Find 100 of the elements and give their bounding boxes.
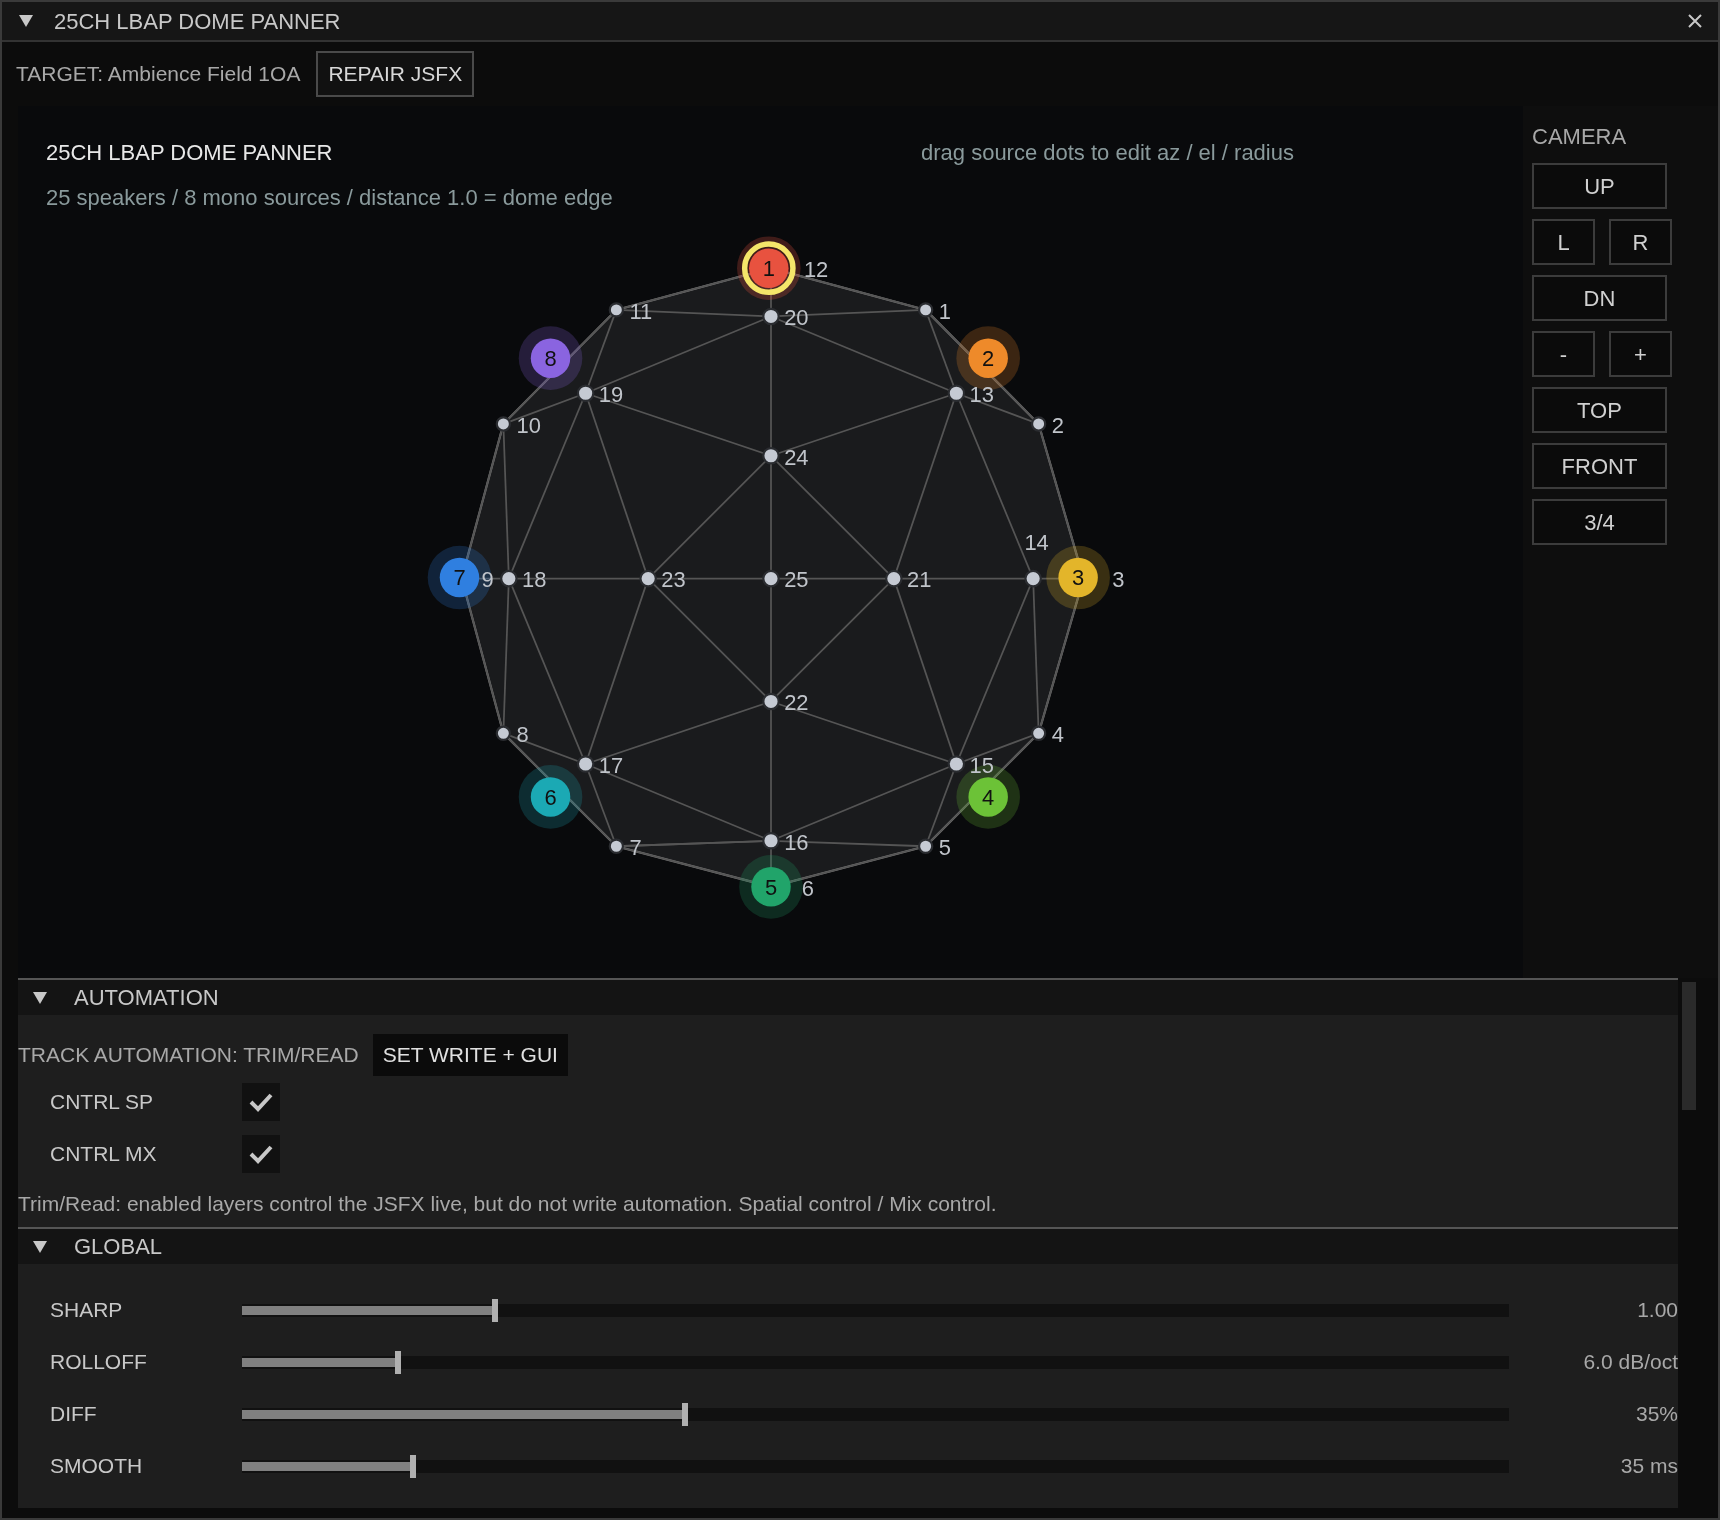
camera-button[interactable]: TOP bbox=[1532, 387, 1667, 433]
speaker-label: 10 bbox=[516, 412, 541, 438]
section-title: AUTOMATION bbox=[74, 984, 219, 1012]
speaker-label: 15 bbox=[969, 752, 994, 778]
camera-button[interactable]: - bbox=[1532, 331, 1595, 377]
panner-title: 25CH LBAP DOME PANNER bbox=[46, 139, 334, 167]
speaker-dot[interactable] bbox=[499, 569, 518, 588]
layer-label: CNTRL MX bbox=[50, 1140, 158, 1167]
repair-button[interactable]: REPAIR JSFX bbox=[316, 51, 475, 97]
speaker-label: 22 bbox=[783, 690, 809, 716]
source-dot[interactable] bbox=[530, 777, 570, 817]
speaker-label: 25 bbox=[783, 567, 809, 593]
speaker-label: 5 bbox=[938, 835, 951, 861]
speaker-dot[interactable] bbox=[884, 569, 903, 588]
speaker-dot[interactable] bbox=[761, 692, 780, 711]
set-write-button[interactable]: SET WRITE + GUI bbox=[372, 1034, 568, 1076]
speaker-dot[interactable] bbox=[495, 725, 511, 741]
collapse-caret-icon[interactable] bbox=[18, 14, 34, 28]
camera-button[interactable]: + bbox=[1609, 331, 1672, 377]
section-caret-icon[interactable] bbox=[32, 1239, 48, 1254]
slider-reading: 35 ms bbox=[1619, 1453, 1678, 1480]
source-number: 7 bbox=[452, 565, 466, 591]
speaker-label: 13 bbox=[969, 382, 994, 407]
speaker-dot[interactable] bbox=[576, 384, 594, 402]
target-label: TARGET: Ambience Field 1OA bbox=[16, 61, 301, 88]
speaker-label: 9 bbox=[480, 567, 494, 593]
source-number: 6 bbox=[543, 784, 557, 810]
speaker-dot[interactable] bbox=[1023, 569, 1042, 588]
section-header[interactable]: AUTOMATION bbox=[18, 978, 1678, 1015]
camera-button[interactable]: L bbox=[1532, 219, 1595, 265]
speaker-dot[interactable] bbox=[761, 307, 780, 326]
speaker-label: 2 bbox=[1051, 412, 1064, 438]
speaker-label: 4 bbox=[1051, 722, 1064, 748]
slider-label: ROLLOFF bbox=[50, 1349, 148, 1376]
source-dot[interactable] bbox=[748, 248, 789, 288]
slider-thumb[interactable] bbox=[492, 1298, 499, 1322]
speaker-dot[interactable] bbox=[608, 302, 624, 318]
source-number: 5 bbox=[764, 874, 777, 900]
source-dot[interactable] bbox=[530, 338, 570, 378]
slider-thumb[interactable] bbox=[682, 1402, 689, 1426]
section-caret-icon[interactable] bbox=[32, 990, 48, 1005]
speaker-dot[interactable] bbox=[761, 569, 780, 588]
scrollbar[interactable] bbox=[1682, 982, 1696, 1110]
speaker-dot[interactable] bbox=[761, 447, 780, 465]
source-number: 2 bbox=[981, 345, 994, 371]
speaker-dot[interactable] bbox=[917, 838, 933, 854]
source-number: 3 bbox=[1071, 565, 1084, 591]
speaker-label: 20 bbox=[783, 305, 809, 331]
speaker-label: 1 bbox=[938, 298, 951, 324]
speaker-label: 3 bbox=[1111, 567, 1124, 593]
camera-button[interactable]: FRONT bbox=[1532, 443, 1667, 489]
slider[interactable] bbox=[242, 1454, 1509, 1478]
slider-thumb[interactable] bbox=[394, 1350, 401, 1374]
check-icon bbox=[249, 1143, 273, 1164]
slider-label: SHARP bbox=[50, 1297, 124, 1324]
camera-button[interactable]: 3/4 bbox=[1532, 499, 1667, 545]
slider-reading: 6.0 dB/oct bbox=[1582, 1349, 1678, 1376]
speaker-label: 11 bbox=[629, 298, 652, 324]
speaker-dot[interactable] bbox=[947, 384, 965, 402]
source-dot[interactable] bbox=[967, 777, 1008, 817]
camera-heading: CAMERA bbox=[1532, 123, 1628, 151]
section-header[interactable]: GLOBAL bbox=[18, 1227, 1678, 1264]
slider-label: DIFF bbox=[50, 1401, 98, 1428]
slider[interactable] bbox=[242, 1350, 1509, 1374]
drag-hint: drag source dots to edit az / el / radius bbox=[921, 139, 1294, 167]
layer-label: CNTRL SP bbox=[50, 1088, 155, 1115]
slider[interactable] bbox=[242, 1298, 1509, 1322]
speaker-label: 19 bbox=[598, 382, 623, 407]
speaker-dot[interactable] bbox=[638, 569, 657, 588]
slider[interactable] bbox=[242, 1402, 1509, 1426]
speaker-label: 12 bbox=[803, 256, 828, 282]
window-title: 25CH LBAP DOME PANNER bbox=[54, 7, 341, 36]
speaker-label: 8 bbox=[516, 722, 529, 748]
speaker-dot[interactable] bbox=[495, 416, 511, 432]
source-dot[interactable] bbox=[439, 557, 479, 598]
close-icon[interactable] bbox=[1688, 14, 1702, 28]
speaker-dot[interactable] bbox=[1030, 416, 1046, 432]
speaker-label: 18 bbox=[521, 567, 546, 593]
camera-button[interactable]: DN bbox=[1532, 275, 1667, 321]
speaker-label: 16 bbox=[783, 829, 809, 855]
speaker-dot[interactable] bbox=[761, 832, 780, 850]
speaker-dot[interactable] bbox=[608, 838, 624, 854]
speaker-dot[interactable] bbox=[947, 755, 965, 773]
camera-button[interactable]: R bbox=[1609, 219, 1672, 265]
slider-thumb[interactable] bbox=[410, 1454, 417, 1478]
layer-checkbox[interactable] bbox=[242, 1134, 280, 1173]
speaker-label: 23 bbox=[660, 567, 686, 593]
automation-mode: TRACK AUTOMATION: TRIM/READ bbox=[18, 1042, 359, 1068]
source-dot[interactable] bbox=[967, 338, 1008, 378]
source-dot[interactable] bbox=[1057, 557, 1098, 598]
source-dot[interactable] bbox=[750, 867, 791, 907]
speaker-dot[interactable] bbox=[576, 755, 594, 773]
source-number: 1 bbox=[762, 255, 775, 281]
camera-button[interactable]: UP bbox=[1532, 163, 1667, 209]
source-number: 4 bbox=[981, 784, 994, 810]
speaker-dot[interactable] bbox=[917, 302, 933, 318]
layer-checkbox[interactable] bbox=[242, 1082, 280, 1121]
speaker-label: 17 bbox=[598, 752, 623, 778]
panner-subtitle: 25 speakers / 8 mono sources / distance 1.0 = dome edge bbox=[46, 184, 614, 212]
speaker-dot[interactable] bbox=[1030, 725, 1046, 741]
